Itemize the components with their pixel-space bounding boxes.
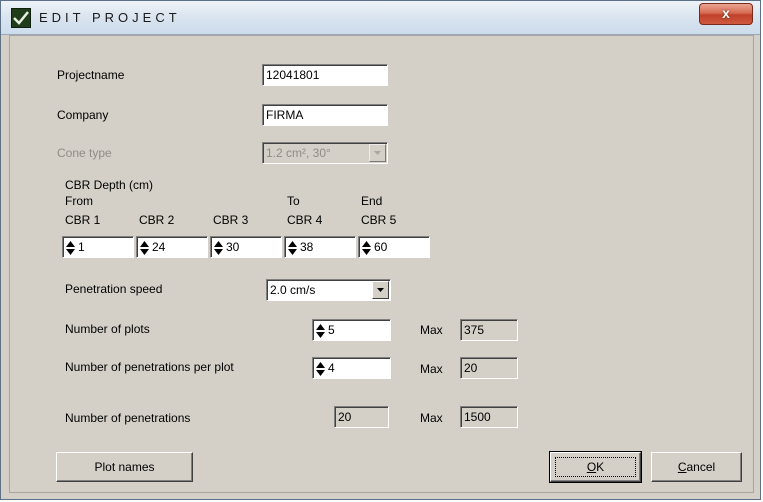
cbr-end-label: End [361,194,383,208]
ok-label: OK [587,460,604,474]
cbr-4-spinner[interactable]: 38 [284,236,356,258]
cbr-2-value: 24 [152,240,166,254]
spinner-arrows-icon[interactable] [66,241,75,255]
company-label: Company [57,108,109,122]
projectname-label: Projectname [57,68,125,82]
cbr-3-spinner[interactable]: 30 [210,236,282,258]
per-plot-max-value: 20 [460,357,518,379]
cancel-button[interactable]: Cancel [651,452,742,482]
spinner-arrows-icon[interactable] [316,324,325,338]
spinner-arrows-icon[interactable] [362,241,371,255]
spinner-arrows-icon[interactable] [288,241,297,255]
company-input[interactable]: FIRMA [262,104,388,126]
cbr-2-label: CBR 2 [139,213,175,227]
per-plot-max-label: Max [420,362,443,376]
penetrations-max-label: Max [420,411,443,425]
penetrations-max-value: 1500 [460,406,518,428]
penetration-speed-select[interactable]: 2.0 cm/s [266,279,391,301]
penetrations-per-plot-spinner[interactable]: 4 [312,357,391,379]
cbr-to-label: To [287,194,300,208]
cone-type-select: 1.2 cm², 30° [262,142,388,164]
dialog-body: Projectname 12041801 Company FIRMA Cone … [9,35,754,493]
cbr-3-value: 30 [226,240,240,254]
close-button[interactable]: x [699,3,753,25]
number-of-plots-label: Number of plots [65,322,150,336]
cone-type-label: Cone type [57,146,112,160]
cbr-5-spinner[interactable]: 60 [358,236,430,258]
cbr-from-label: From [65,194,93,208]
title-bar: EDIT PROJECT x [1,1,760,35]
spinner-arrows-icon[interactable] [316,362,325,376]
app-logo-icon [11,8,31,28]
chevron-down-icon [369,144,386,162]
cbr-3-label: CBR 3 [213,213,249,227]
cancel-label-rest: ancel [686,460,716,474]
number-of-plots-value: 5 [328,323,335,337]
cbr-4-value: 38 [300,240,314,254]
spinner-arrows-icon[interactable] [140,241,149,255]
cbr-2-spinner[interactable]: 24 [136,236,208,258]
ok-button[interactable]: OK [549,451,642,483]
plots-max-label: Max [420,323,443,337]
spinner-arrows-icon[interactable] [214,241,223,255]
projectname-input[interactable]: 12041801 [262,64,388,86]
cancel-label: Cancel [678,460,715,474]
penetration-speed-label: Penetration speed [65,282,163,296]
cbr-depth-title: CBR Depth (cm) [65,178,154,192]
penetrations-per-plot-value: 4 [328,361,335,375]
cbr-5-label: CBR 5 [361,213,397,227]
number-of-penetrations-value: 20 [334,406,389,428]
cbr-1-label: CBR 1 [65,213,101,227]
window-title: EDIT PROJECT [39,10,181,25]
cone-type-value: 1.2 cm², 30° [266,146,331,160]
plots-max-value: 375 [460,319,518,341]
chevron-down-icon[interactable] [372,281,389,299]
penetrations-per-plot-label: Number of penetrations per plot [65,360,234,374]
cbr-1-spinner[interactable]: 1 [62,236,134,258]
edit-project-dialog: EDIT PROJECT x Projectname 12041801 Comp… [0,0,761,500]
cbr-4-label: CBR 4 [287,213,323,227]
ok-label-rest: K [596,460,605,474]
close-icon: x [722,5,730,21]
penetration-speed-value: 2.0 cm/s [270,283,316,297]
cbr-5-value: 60 [374,240,388,254]
ok-accelerator: O [586,460,597,474]
plot-names-button[interactable]: Plot names [56,452,193,482]
number-of-plots-spinner[interactable]: 5 [312,319,391,341]
number-of-penetrations-label: Number of penetrations [65,411,191,425]
cbr-1-value: 1 [78,240,85,254]
